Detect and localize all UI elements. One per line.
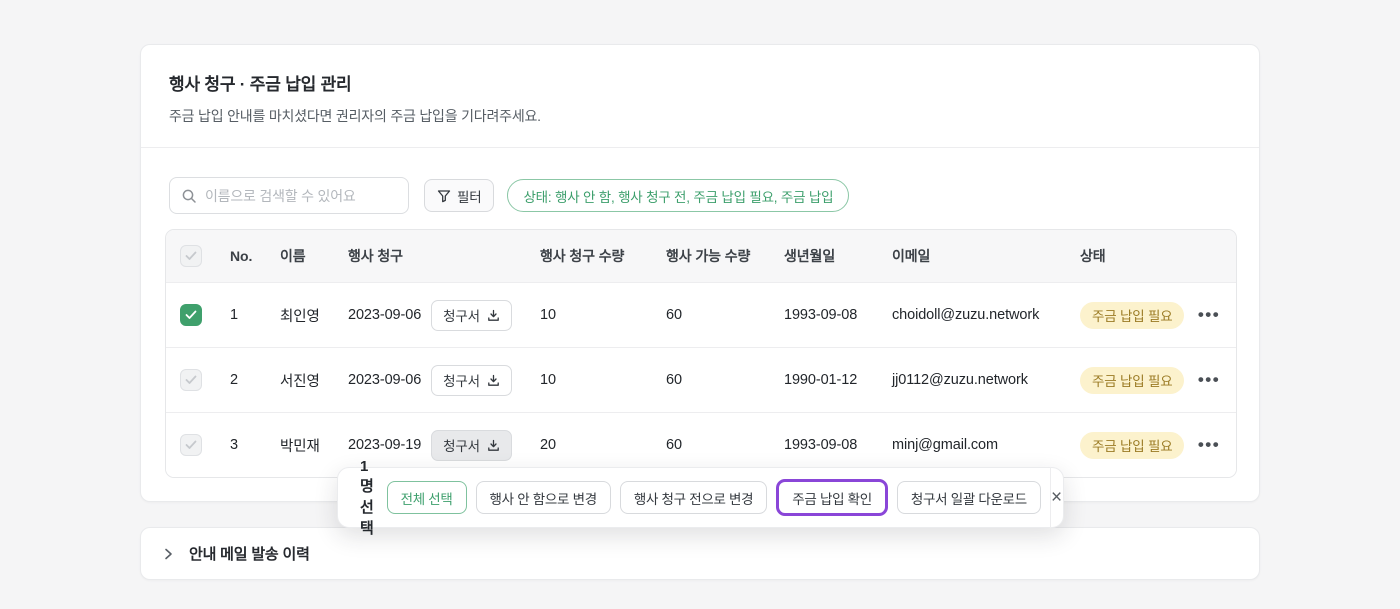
invoice-download-button[interactable]: 청구서	[431, 300, 512, 331]
search-input[interactable]	[205, 188, 397, 204]
row-request-date: 2023-09-06	[348, 372, 421, 388]
rights-holders-table: No. 이름 행사 청구 행사 청구 수량 행사 가능 수량 생년월일 이메일 …	[165, 229, 1237, 478]
row-request-qty: 10	[526, 307, 652, 323]
table-header-row: No. 이름 행사 청구 행사 청구 수량 행사 가능 수량 생년월일 이메일 …	[166, 230, 1236, 282]
download-icon	[487, 309, 500, 322]
table-row: 1 최인영 2023-09-06 청구서 10 60 1993-09-08 ch…	[166, 282, 1236, 347]
close-icon[interactable]: ×	[1050, 467, 1063, 528]
row-request-date: 2023-09-19	[348, 437, 421, 453]
bulk-download-invoices-button[interactable]: 청구서 일괄 다운로드	[897, 481, 1041, 514]
invoice-download-button[interactable]: 청구서	[431, 365, 512, 396]
row-checkbox[interactable]	[180, 369, 202, 391]
page-title: 행사 청구 · 주금 납입 관리	[169, 70, 1231, 95]
selection-action-bar: 1명 선택 전체 선택 행사 안 함으로 변경 행사 청구 전으로 변경 주금 …	[337, 467, 1064, 528]
page-subtitle: 주금 납입 안내를 마치셨다면 권리자의 주금 납입을 기다려주세요.	[169, 106, 1231, 126]
chevron-right-icon	[161, 547, 175, 561]
set-before-request-button[interactable]: 행사 청구 전으로 변경	[620, 481, 767, 514]
row-request-qty: 20	[526, 437, 652, 453]
row-more-button[interactable]: •••	[1198, 306, 1220, 323]
invoice-label: 청구서	[443, 305, 480, 325]
row-birth: 1990-01-12	[770, 372, 878, 388]
exercise-payment-panel: 행사 청구 · 주금 납입 관리 주금 납입 안내를 마치셨다면 권리자의 주금…	[140, 44, 1260, 502]
row-request-qty: 10	[526, 372, 652, 388]
search-icon	[181, 188, 197, 204]
panel-header: 행사 청구 · 주금 납입 관리 주금 납입 안내를 마치셨다면 권리자의 주금…	[141, 45, 1259, 148]
check-icon	[185, 440, 197, 450]
row-name: 서진영	[266, 370, 334, 391]
select-all-button[interactable]: 전체 선택	[387, 481, 467, 514]
check-icon	[185, 375, 197, 385]
col-header-email: 이메일	[878, 246, 1066, 266]
invoice-label: 청구서	[443, 370, 480, 390]
row-name: 박민재	[266, 435, 334, 456]
check-icon	[185, 251, 197, 261]
set-not-exercised-button[interactable]: 행사 안 함으로 변경	[476, 481, 611, 514]
row-name: 최인영	[266, 305, 334, 326]
row-available-qty: 60	[652, 437, 770, 453]
status-badge: 주금 납입 필요	[1080, 302, 1184, 329]
col-header-available-qty: 행사 가능 수량	[652, 246, 770, 266]
filter-label: 필터	[457, 186, 481, 206]
mail-history-panel[interactable]: 안내 메일 발송 이력	[140, 527, 1260, 580]
col-header-exercise-request: 행사 청구	[334, 246, 526, 266]
search-input-wrapper	[169, 177, 409, 214]
row-more-button[interactable]: •••	[1198, 436, 1220, 453]
status-badge: 주금 납입 필요	[1080, 432, 1184, 459]
mail-history-title: 안내 메일 발송 이력	[189, 543, 310, 564]
row-request-date: 2023-09-06	[348, 307, 421, 323]
row-available-qty: 60	[652, 372, 770, 388]
confirm-payment-button[interactable]: 주금 납입 확인	[776, 479, 888, 516]
col-header-birth: 생년월일	[770, 246, 878, 266]
select-all-checkbox[interactable]	[180, 245, 202, 267]
table-row: 2 서진영 2023-09-06 청구서 10 60 1990-01-12 jj…	[166, 347, 1236, 412]
status-badge: 주금 납입 필요	[1080, 367, 1184, 394]
row-no: 3	[216, 437, 266, 453]
download-icon	[487, 374, 500, 387]
table-toolbar: 필터 상태: 행사 안 함, 행사 청구 전, 주금 납입 필요, 주금 납입	[141, 148, 1259, 214]
col-header-request-qty: 행사 청구 수량	[526, 246, 652, 266]
invoice-label: 청구서	[443, 435, 480, 455]
row-email: jj0112@zuzu.network	[878, 372, 1066, 388]
filter-button[interactable]: 필터	[424, 179, 494, 212]
row-available-qty: 60	[652, 307, 770, 323]
invoice-download-button[interactable]: 청구서	[431, 430, 512, 461]
filter-icon	[437, 189, 451, 203]
download-icon	[487, 439, 500, 452]
row-no: 2	[216, 372, 266, 388]
col-header-status: 상태	[1066, 246, 1182, 266]
row-birth: 1993-09-08	[770, 307, 878, 323]
row-email: choidoll@zuzu.network	[878, 307, 1066, 323]
row-checkbox[interactable]	[180, 434, 202, 456]
col-header-no: No.	[216, 248, 266, 264]
selection-count: 1명 선택	[360, 458, 374, 538]
row-no: 1	[216, 307, 266, 323]
check-icon	[185, 310, 197, 320]
row-birth: 1993-09-08	[770, 437, 878, 453]
row-checkbox[interactable]	[180, 304, 202, 326]
col-header-name: 이름	[266, 246, 334, 266]
row-email: minj@gmail.com	[878, 437, 1066, 453]
status-filter-chip[interactable]: 상태: 행사 안 함, 행사 청구 전, 주금 납입 필요, 주금 납입	[507, 179, 849, 212]
row-more-button[interactable]: •••	[1198, 371, 1220, 388]
